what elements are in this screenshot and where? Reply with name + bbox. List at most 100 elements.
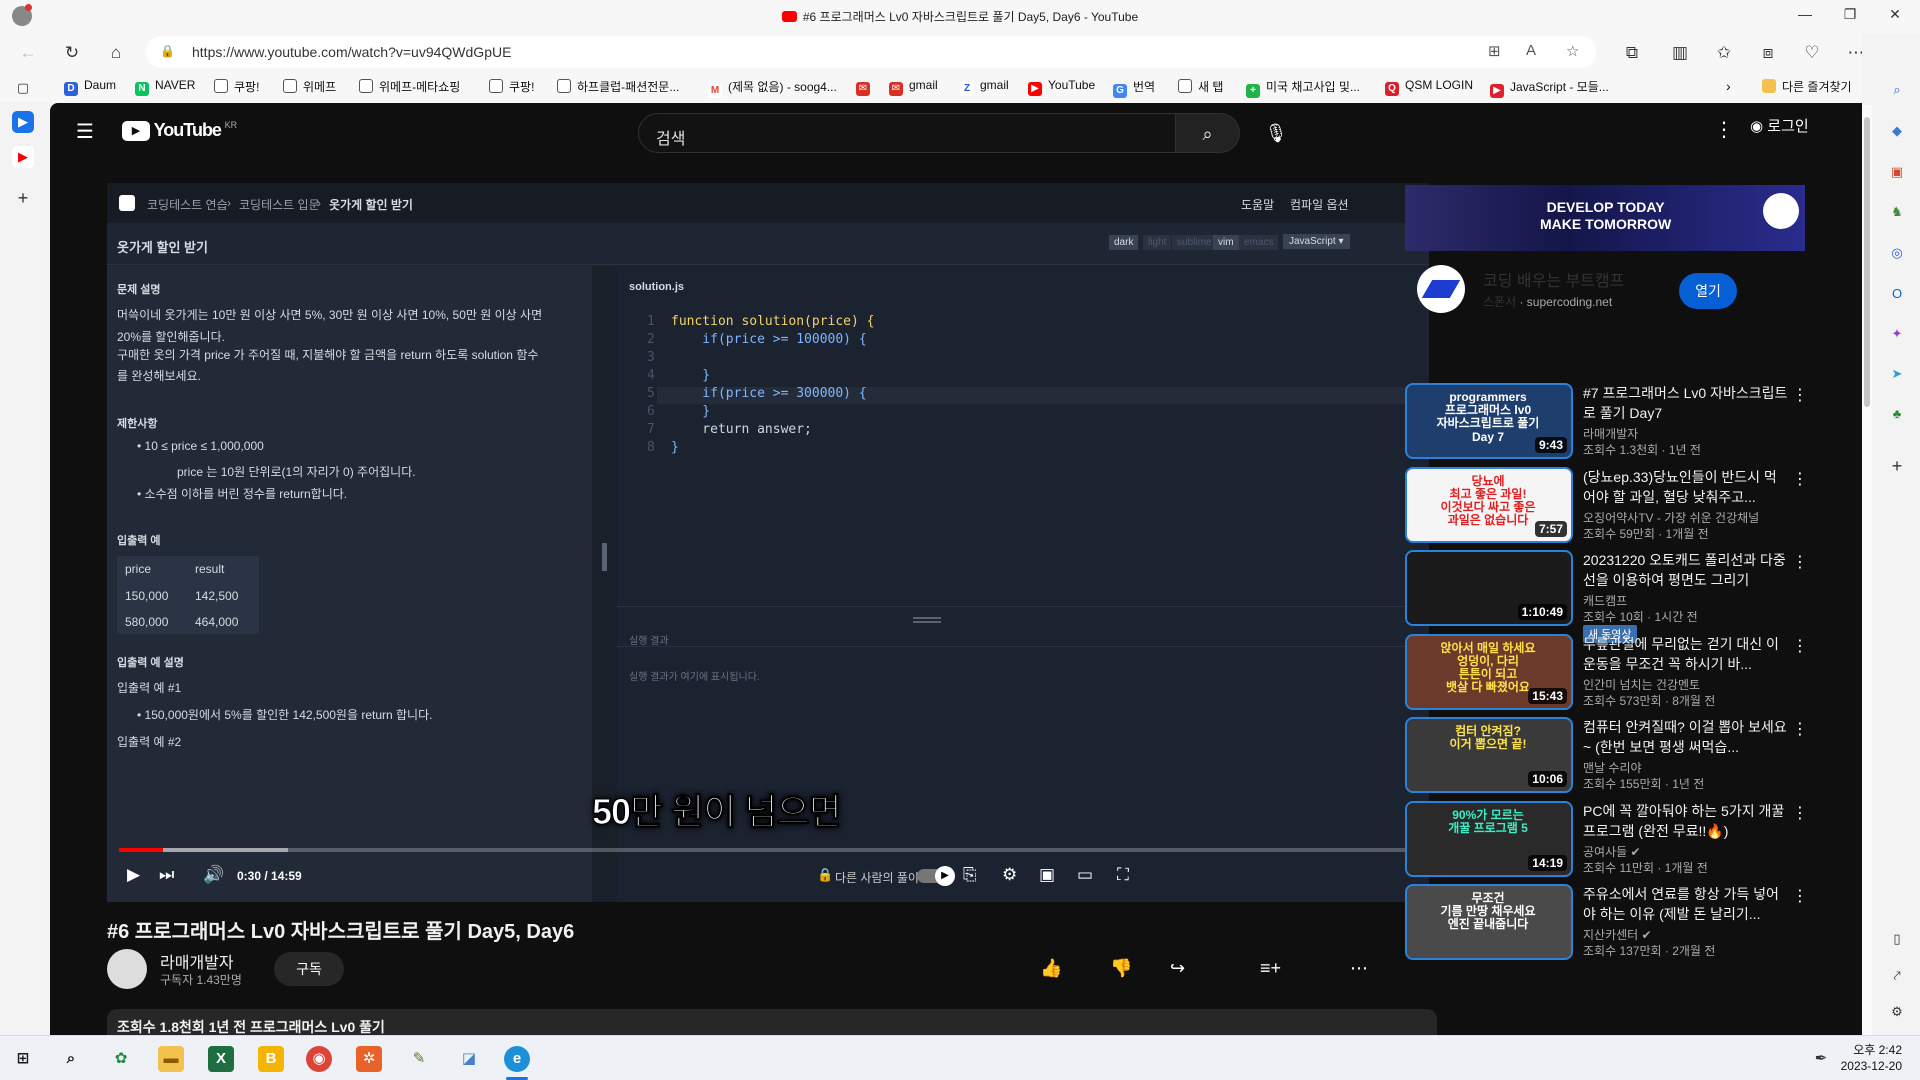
theater-mode-icon[interactable]: ▭ [1077,865,1093,885]
bookmark-gmail-1[interactable]: ✉ gmail [889,78,938,96]
new-tab-icon[interactable]: + [12,187,34,209]
bookmark-gmail-2[interactable]: Zgmail [960,78,1009,96]
channel-name[interactable]: 라매개발자 [160,949,234,973]
recommended-video-channel[interactable]: 라매개발자 [1583,425,1638,442]
bookmark-naver[interactable]: N NAVER [135,78,195,96]
send-icon[interactable]: ➤ [1886,363,1908,385]
bookmark-halfclub[interactable]: 하프클럽-패션전문... [557,78,679,95]
settings-gear-icon[interactable]: ⚙ [1002,865,1017,885]
video-thumbnail[interactable]: 90%가 모르는 개꿀 프로그램 5 14:19 [1405,800,1573,877]
bookmark-translate[interactable]: G 번역 [1113,78,1155,98]
restore-button[interactable]: ❐ [1830,6,1870,23]
app-folder-icon[interactable]: ◪ [456,1046,482,1072]
share-icon[interactable]: ↪ [1170,958,1185,979]
more-actions-icon[interactable]: ⋯ [1350,958,1368,979]
video-thumbnail[interactable]: 컴터 안켜짐? 이거 뽑으면 끝! 10:06 [1405,717,1573,793]
note-app-icon[interactable]: B [258,1046,284,1072]
scrollbar-thumb[interactable] [1864,117,1870,407]
bookmark-daum[interactable]: D Daum [64,78,116,96]
play-icon[interactable]: ▶ [127,865,140,885]
recommended-video-title[interactable]: (당뇨ep.33)당뇨인들이 반드시 먹어야 할 과일, 혈당 낮춰주고... [1583,467,1788,507]
recommended-video-title[interactable]: 주유소에서 연료를 항상 가득 넣어야 하는 이유 (제발 돈 날리기... [1583,884,1788,924]
video-thumbnail[interactable]: 당뇨에 최고 좋은 과일! 이것보다 싸고 좋은 과일은 없습니다 7:57 [1405,466,1573,543]
home-icon[interactable]: ⌂ [104,41,128,65]
recommended-video-channel[interactable]: 지산카센터 ✔ [1583,926,1652,943]
video-options-kebab-icon[interactable]: ⋮ [1792,636,1808,656]
channel-avatar[interactable] [107,949,147,989]
read-aloud-icon[interactable]: A [1526,42,1536,59]
app-palette-icon[interactable]: ✎ [406,1046,432,1072]
sign-in-button[interactable]: ◉ 로그인 [1750,115,1809,136]
bookmark-mail-icon[interactable]: ✉ [856,78,876,96]
outlook-icon[interactable]: O [1886,283,1908,305]
bookmark-qsm[interactable]: Q QSM LOGIN [1385,78,1473,96]
recommended-video-title[interactable]: 20231220 오토캐드 폴리선과 다중선을 이용하여 평면도 그리기 [1583,550,1788,590]
recommended-video-title[interactable]: 컴퓨터 안켜질때? 이걸 뽑아 보세요~ (한번 보면 평생 써먹습... [1583,717,1788,757]
save-playlist-icon[interactable]: ≡+ [1260,958,1281,979]
games-icon[interactable]: ♞ [1886,201,1908,223]
next-icon[interactable]: ⏭ [159,865,174,885]
collections-icon[interactable]: ⧈ [1756,41,1780,65]
video-thumbnail[interactable]: programmers 프로그래머스 lv0 자바스크립트로 풀기 Day 79… [1405,383,1573,459]
autoplay-toggle[interactable]: ▶ [917,866,955,886]
video-options-kebab-icon[interactable]: ⋮ [1792,886,1808,906]
browser-essentials-icon[interactable]: ♡ [1800,41,1824,65]
recommended-video-channel[interactable]: 공여사들 ✔ [1583,843,1641,860]
recommended-video[interactable]: 무조건 기름 만땅 채우세요 엔진 끝내줍니다 주유소에서 연료를 항상 가득 넣… [1405,884,1815,982]
bookmark-us-job[interactable]: + 미국 채고사입 및... [1246,78,1360,98]
tab-youtube-icon[interactable]: ▶ [12,146,34,168]
close-button[interactable]: ✕ [1875,6,1915,23]
video-thumbnail[interactable]: 앉아서 매일 하세요 엉덩이, 다리 튼튼이 되고 뱃살 다 빠졌어요 15:43 [1405,633,1573,710]
settings-kebab-icon[interactable]: ⋮ [1714,117,1734,142]
minimize-button[interactable]: — [1785,6,1825,22]
subscribe-button[interactable]: 구독 [274,952,344,986]
subtitles-icon[interactable]: ⎘ [963,865,977,885]
voice-search-mic-icon[interactable]: 🎙 [1256,113,1296,153]
recommended-video-channel[interactable]: 오징어약사TV - 가장 쉬운 건강채널 [1583,509,1759,526]
bookmark-gmail-untitled[interactable]: M (제목 없음) - soog4... [708,78,837,98]
bookmark-wemakeprice[interactable]: 위메프 [283,78,336,95]
recommended-video-channel[interactable]: 맨날 수리야 [1583,759,1642,776]
search-input[interactable]: 검색 [638,113,1176,153]
recommended-video-channel[interactable]: 인간미 넘치는 건강멘토 [1583,676,1700,693]
bookmark-coupang-2[interactable]: 쿠팡! [489,78,534,95]
split-screen-icon[interactable]: ▥ [1668,41,1692,65]
other-favorites[interactable]: 다른 즐겨찾기 [1762,78,1852,95]
app-green-icon[interactable]: ✿ [108,1046,134,1072]
recommended-video-channel[interactable]: 캐드캠프 [1583,592,1627,609]
bookmark-javascript[interactable]: ▶ JavaScript - 모들... [1490,78,1609,98]
search-button[interactable]: ⌕ [1176,113,1240,153]
file-explorer-icon[interactable]: ▬ [158,1046,184,1072]
ad-banner[interactable]: DEVELOP TODAY MAKE TOMORROW [1405,185,1805,251]
refresh-icon[interactable]: ↻ [60,41,84,65]
excel-icon[interactable]: X [208,1046,234,1072]
chrome-icon[interactable]: ◉ [306,1046,332,1072]
toolbox-icon[interactable]: ▣ [1886,161,1908,183]
address-bar[interactable]: 🔒 https://www.youtube.com/watch?v=uv94QW… [146,36,1596,68]
video-thumbnail[interactable]: 1:10:49 [1405,550,1573,626]
favorites-icon[interactable]: ✩ [1712,41,1736,65]
volume-icon[interactable]: 🔊 [203,865,224,885]
like-icon[interactable]: 👍 [1040,958,1062,979]
extensions-icon[interactable]: ⧉ [1620,41,1644,65]
dislike-icon[interactable]: 👎 [1110,958,1132,979]
app-available-icon[interactable]: ⊞ [1488,42,1501,60]
video-options-kebab-icon[interactable]: ⋮ [1792,552,1808,572]
fullscreen-icon[interactable]: ⛶ [1117,865,1129,885]
m365-icon[interactable]: ◎ [1886,242,1908,264]
bookmark-youtube[interactable]: ▶ YouTube [1028,78,1095,96]
video-thumbnail[interactable]: 무조건 기름 만땅 채우세요 엔진 끝내줍니다 [1405,884,1573,960]
bookmarks-overflow-chevron-icon[interactable]: › [1726,78,1731,94]
tree-icon[interactable]: ♣ [1886,403,1908,425]
tab-active-icon[interactable]: ▶ [12,111,34,133]
app-orange-icon[interactable]: ✲ [356,1046,382,1072]
youtube-logo[interactable]: ▶ YouTube KR [122,120,237,141]
description-box[interactable]: 조회수 1.8천회 1년 전 프로그래머스 Lv0 풀기 [107,1009,1437,1035]
bookmark-wemakeprice-meta[interactable]: 위메프-메타쇼핑 [359,78,460,95]
add-sidebar-icon[interactable]: + [1886,455,1908,477]
tag-icon[interactable]: ◆ [1886,120,1908,142]
ad-info[interactable]: 코딩 배우는 부트캠프 스폰서 · supercoding.net 열기 [1405,251,1805,333]
recommended-video-title[interactable]: PC에 꼭 깔아둬야 하는 5가지 개꿀 프로그램 (완전 무료!!🔥) [1583,801,1788,841]
taskbar-clock[interactable]: 오후 2:42 2023-12-20 [1830,1042,1902,1074]
video-options-kebab-icon[interactable]: ⋮ [1792,719,1808,739]
